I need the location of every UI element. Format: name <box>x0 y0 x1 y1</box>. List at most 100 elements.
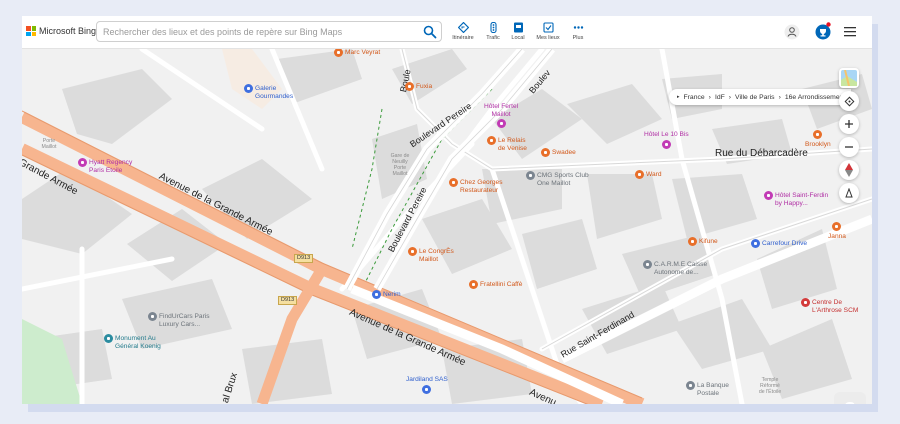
search-input[interactable] <box>97 22 417 42</box>
nav-local[interactable]: Local <box>501 22 535 41</box>
rewards-icon[interactable] <box>814 22 832 40</box>
shopping-icon <box>751 239 760 248</box>
poi-carme-caisse[interactable]: C.A.R.M.E Caisse Autonome de... <box>643 260 708 276</box>
nav-label: Mes lieux <box>536 35 560 41</box>
restaurant-icon <box>813 130 823 139</box>
poi-label: Centre De L'Arthrose SCM <box>812 299 859 314</box>
shopping-icon <box>244 84 253 93</box>
poi-cmg-sports-club[interactable]: CMG Sports Club One Maillot <box>526 171 589 187</box>
tilt-button[interactable] <box>839 183 859 203</box>
more-icon <box>573 26 583 29</box>
locate-icon <box>844 96 854 106</box>
monument-icon <box>104 334 113 343</box>
poi-hyatt-regency[interactable]: Hyatt Regency Paris Etoile <box>78 158 133 174</box>
breadcrumb-item[interactable]: 16e Arrondissement <box>785 94 845 101</box>
poi-brooklyn[interactable]: Brooklyn <box>805 130 831 149</box>
nav-plus[interactable]: Plus <box>561 22 595 41</box>
plus-icon <box>845 120 853 128</box>
health-icon <box>801 298 810 307</box>
poi-label: CMG Sports Club One Maillot <box>537 172 589 187</box>
poi-nerim[interactable]: Nerim <box>372 290 401 299</box>
nav-label: Itinéraire <box>452 35 474 41</box>
place-porte-maillot[interactable]: Porte Maillot <box>34 138 64 150</box>
app-window: Microsoft Bing Itinéraire Trafic <box>22 16 872 404</box>
poi-label: Carrefour Drive <box>762 240 808 247</box>
compass-icon <box>845 163 853 177</box>
poi-carrefour-drive[interactable]: Carrefour Drive <box>751 239 808 248</box>
breadcrumb-item[interactable]: Ville de Paris <box>735 94 775 101</box>
road-shield-d913: D913 <box>278 296 298 305</box>
poi-label: Kifune <box>699 238 718 245</box>
poi-label: Marc Veyrat <box>345 49 381 56</box>
poi-label: FindUrCars Paris Luxury Cars... <box>159 313 210 328</box>
poi-marc-veyrat[interactable]: Marc Veyrat <box>334 48 381 57</box>
local-icon <box>513 22 523 33</box>
office-icon <box>643 260 652 269</box>
poi-ward[interactable]: Ward <box>635 170 662 179</box>
poi-monument-koenig[interactable]: Monument Au Général Koenig <box>104 334 161 350</box>
poi-centre-arthrose[interactable]: Centre De L'Arthrose SCM <box>801 298 859 314</box>
nav-mes-lieux[interactable]: Mes lieux <box>531 22 565 41</box>
account-icon[interactable] <box>784 24 800 40</box>
restaurant-icon <box>408 247 417 256</box>
poi-jardiland[interactable]: Jardiland SAS <box>406 376 448 394</box>
poi-galerie-gourmandes[interactable]: Galerie Gourmandes <box>244 84 293 100</box>
bank-icon <box>686 381 695 390</box>
zoom-in-button[interactable] <box>839 114 859 134</box>
compass-button[interactable] <box>839 160 859 180</box>
zoom-out-button[interactable] <box>839 137 859 157</box>
shopping-icon <box>422 384 432 394</box>
breadcrumb-separator: › <box>708 93 711 101</box>
poi-banque-postale[interactable]: La Banque Postale <box>686 381 729 397</box>
logo-text: Microsoft Bing <box>39 26 97 36</box>
poi-label: Hyatt Regency Paris Etoile <box>89 159 133 174</box>
poi-chez-georges[interactable]: Chez Georges Restaurateur <box>449 178 503 194</box>
search-icon[interactable] <box>423 25 437 39</box>
restaurant-icon <box>334 48 343 57</box>
poi-label: Le CongrÈs Maillot <box>419 248 454 263</box>
car-dealer-icon <box>148 312 157 321</box>
map-canvas[interactable]: Avenue de la Grande Armée Avenue de la G… <box>22 48 872 404</box>
nav-label: Trafic <box>486 35 500 41</box>
poi-relais-venise[interactable]: Le Relais de Venise <box>487 136 527 152</box>
hamburger-menu-icon[interactable] <box>844 26 856 37</box>
location-breadcrumb: ▸ France › IdF › Ville de Paris › 16e Ar… <box>669 89 852 105</box>
poi-janna[interactable]: Janna <box>828 222 846 241</box>
poi-label: C.A.R.M.E Caisse Autonome de... <box>654 261 708 276</box>
place-gare-neuilly[interactable]: Gare de Neuilly Porte Maillot <box>384 153 416 177</box>
poi-fuxia[interactable]: Fuxia <box>405 82 432 91</box>
hotel-icon <box>661 139 671 149</box>
chevron-right-icon[interactable]: ▸ <box>677 94 680 100</box>
poi-hotel-fertel[interactable]: Hôtel Fertel Maillot <box>484 103 518 128</box>
breadcrumb-item[interactable]: France <box>684 94 705 101</box>
map-style-button[interactable] <box>839 68 859 88</box>
gym-icon <box>526 171 535 180</box>
poi-label: Swadee <box>552 149 576 156</box>
poi-findurcars[interactable]: FindUrCars Paris Luxury Cars... <box>148 312 210 328</box>
restaurant-icon <box>469 280 478 289</box>
overlay-logo: a <box>834 392 866 404</box>
tilt-icon <box>845 188 853 198</box>
traffic-icon <box>489 22 497 33</box>
poi-le-congres[interactable]: Le CongrÈs Maillot <box>408 247 454 263</box>
breadcrumb-item[interactable]: IdF <box>715 94 725 101</box>
poi-swadee[interactable]: Swadee <box>541 148 576 157</box>
locate-me-button[interactable] <box>839 91 859 111</box>
nav-itineraire[interactable]: Itinéraire <box>446 22 480 41</box>
poi-hotel-10-bis[interactable]: Hôtel Le 10 Bis <box>644 131 689 149</box>
poi-label: Monument Au Général Koenig <box>115 335 161 350</box>
hotel-icon <box>78 158 87 167</box>
top-bar: Microsoft Bing Itinéraire Trafic <box>22 16 872 49</box>
map-controls <box>838 65 860 206</box>
poi-hotel-saint-ferdinand[interactable]: Hôtel Saint-Ferdin by Happy... <box>764 191 828 207</box>
nav-label: Local <box>511 35 525 41</box>
poi-label: Brooklyn <box>805 141 831 148</box>
restaurant-icon <box>487 136 496 145</box>
restaurant-icon <box>635 170 644 179</box>
poi-fratellini-caffe[interactable]: Fratellini Caffè <box>469 280 522 289</box>
poi-label: Nerim <box>383 291 401 298</box>
bing-logo[interactable]: Microsoft Bing <box>26 26 96 36</box>
breadcrumb-separator: › <box>778 93 781 101</box>
place-temple[interactable]: Temple Réformé de l'Étoile <box>750 377 790 395</box>
poi-kifune[interactable]: Kifune <box>688 237 718 246</box>
